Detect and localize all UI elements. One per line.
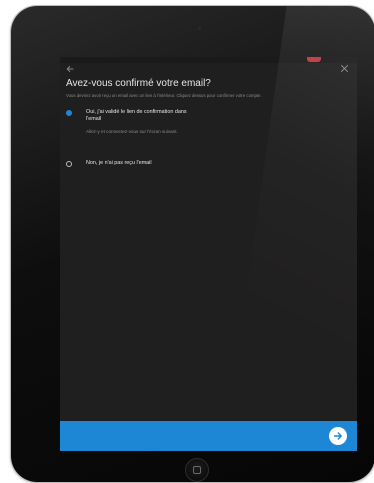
bottom-action-bar <box>60 421 357 451</box>
app-screen: Avez-vous confirmé votre email? Vous dev… <box>60 57 357 451</box>
page-title: Avez-vous confirmé votre email? <box>66 78 211 89</box>
option-confirmed-label: Oui, j'ai validé le lien de confirmation… <box>86 109 187 122</box>
tablet-device: Avez-vous confirmé votre email? Vous dev… <box>11 6 374 482</box>
home-square-icon <box>193 466 201 474</box>
status-bar <box>60 57 357 63</box>
next-button[interactable] <box>329 427 347 445</box>
home-button[interactable] <box>185 458 209 482</box>
option-not-received-label: Non, je n'ai pas reçu l'email <box>86 160 152 166</box>
close-icon[interactable] <box>338 64 350 76</box>
radio-not-received[interactable] <box>66 161 72 167</box>
page-subtitle: Vous devriez avoir reçu un email avec un… <box>66 93 262 98</box>
radio-confirmed[interactable] <box>66 110 72 116</box>
arrow-left-icon[interactable] <box>66 65 78 77</box>
option-confirmed-description: Allez-y et connectez-vous sur l'écran su… <box>86 129 178 134</box>
status-badge <box>307 57 321 62</box>
front-camera <box>198 27 201 30</box>
